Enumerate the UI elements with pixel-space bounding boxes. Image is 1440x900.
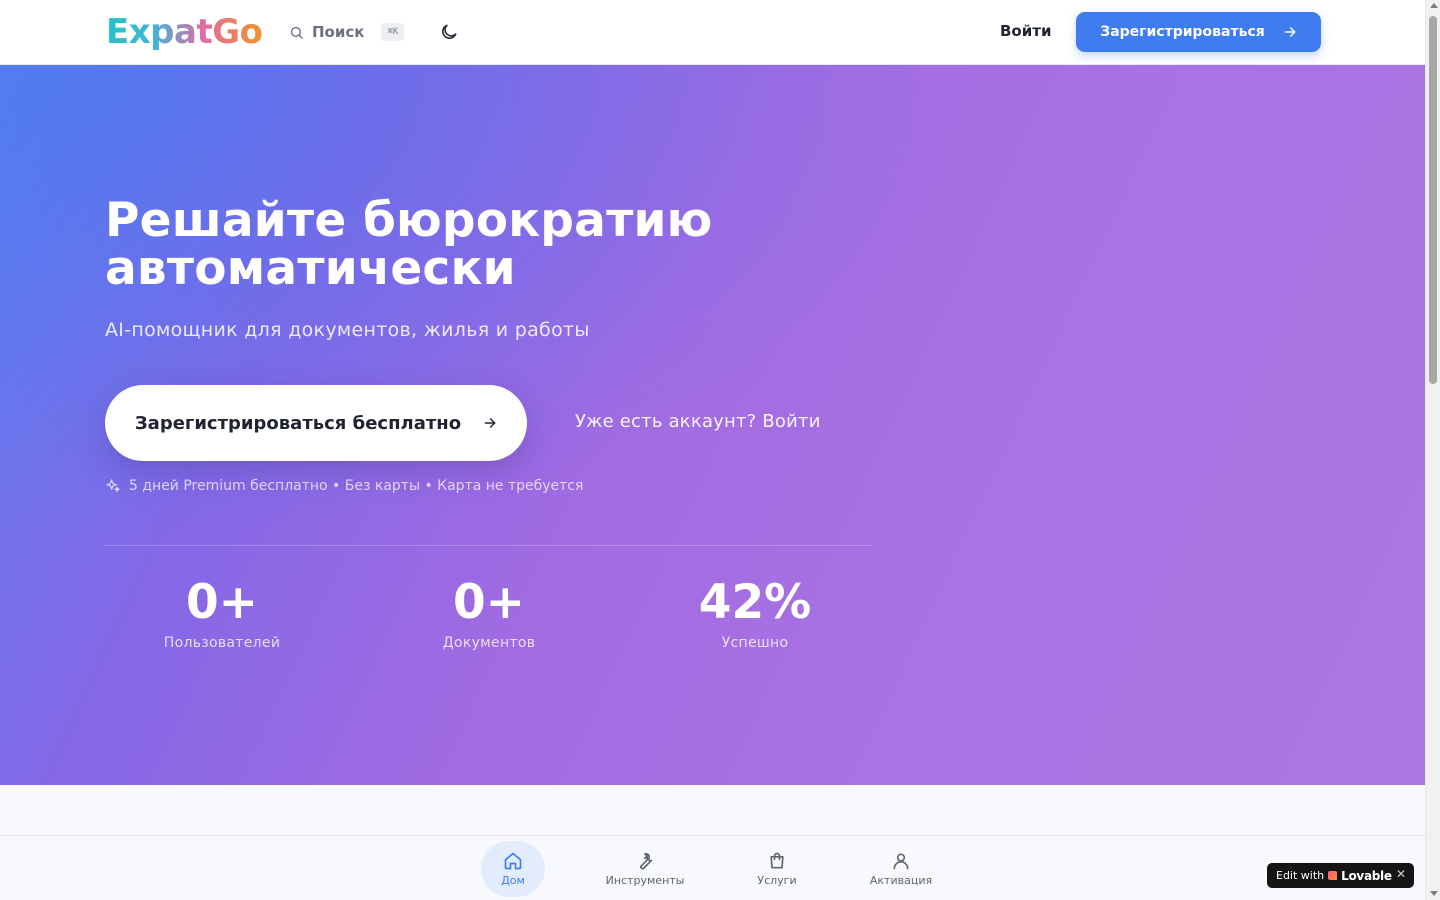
- search-shortcut: ⌘K: [381, 23, 405, 41]
- stat-value: 0+: [185, 575, 259, 630]
- stat-users: 0+ Пользователей: [122, 575, 322, 651]
- hero-title: Решайте бюрократию автоматически: [105, 193, 713, 296]
- hero-subtitle: AI-помощник для документов, жилья и рабо…: [105, 319, 590, 341]
- home-icon: [504, 852, 522, 870]
- user-icon: [893, 853, 909, 870]
- page-scrollbar[interactable]: [1425, 0, 1440, 900]
- perks-text: 5 дней Premium бесплатно • Без карты • К…: [129, 478, 584, 494]
- stat-value: 0+: [452, 575, 526, 630]
- existing-account-login-link[interactable]: Уже есть аккаунт? Войти: [575, 411, 821, 432]
- nav-item-home[interactable]: Дом: [481, 841, 545, 897]
- scroll-thumb[interactable]: [1429, 16, 1437, 384]
- sparkles-icon: [106, 479, 120, 492]
- stats-divider: [105, 545, 872, 546]
- scroll-up-arrow-icon[interactable]: [1430, 3, 1438, 8]
- register-free-button[interactable]: Зарегистрироваться бесплатно: [105, 385, 527, 461]
- edit-with-lovable-badge[interactable]: Edit with Lovable ✕: [1267, 863, 1414, 888]
- stat-value: 42%: [698, 575, 812, 630]
- badge-prefix: Edit with: [1276, 869, 1325, 882]
- logo[interactable]: ExpatGo: [106, 12, 263, 52]
- stat-label: Документов: [442, 635, 536, 651]
- arrow-right-icon: [1284, 27, 1296, 37]
- wrench-icon: [640, 852, 653, 870]
- badge-close-button[interactable]: ✕: [1396, 867, 1406, 881]
- signup-button[interactable]: Зарегистрироваться: [1076, 12, 1321, 52]
- search-label: Поиск: [312, 23, 365, 41]
- perks-line: 5 дней Premium бесплатно • Без карты • К…: [105, 478, 583, 494]
- nav-item-label: Инструменты: [605, 874, 685, 887]
- search-button[interactable]: Поиск ⌘K: [289, 20, 405, 44]
- login-link[interactable]: Войти: [1000, 22, 1051, 40]
- stat-label: Пользователей: [163, 635, 281, 651]
- bottom-navigation: Дом Инструменты Услуги Активация: [0, 835, 1425, 900]
- signup-button-label: Зарегистрироваться: [1100, 24, 1265, 40]
- search-icon: [290, 26, 303, 39]
- badge-brand: Lovable: [1341, 868, 1392, 883]
- top-header: ExpatGo Поиск ⌘K Войти Зарегистрироватьс…: [0, 0, 1425, 65]
- register-free-label: Зарегистрироваться бесплатно: [134, 412, 462, 434]
- shopping-bag-icon: [770, 852, 784, 869]
- nav-item-label: Услуги: [757, 874, 797, 887]
- scroll-down-arrow-icon[interactable]: [1430, 891, 1438, 896]
- stat-label: Успешно: [721, 635, 789, 651]
- nav-item-label: Активация: [869, 874, 933, 887]
- nav-item-label: Дом: [501, 874, 525, 887]
- stat-success: 42% Успешно: [655, 575, 855, 651]
- lovable-logo-icon: [1328, 871, 1338, 880]
- hero-section: Решайте бюрократию автоматически AI-помо…: [0, 65, 1425, 785]
- nav-item-activation[interactable]: Активация: [866, 841, 936, 897]
- arrow-right-icon: [484, 418, 496, 428]
- nav-item-services[interactable]: Услуги: [752, 841, 802, 897]
- moon-icon[interactable]: [439, 22, 459, 42]
- nav-item-tools[interactable]: Инструменты: [601, 841, 689, 897]
- stat-documents: 0+ Документов: [389, 575, 589, 651]
